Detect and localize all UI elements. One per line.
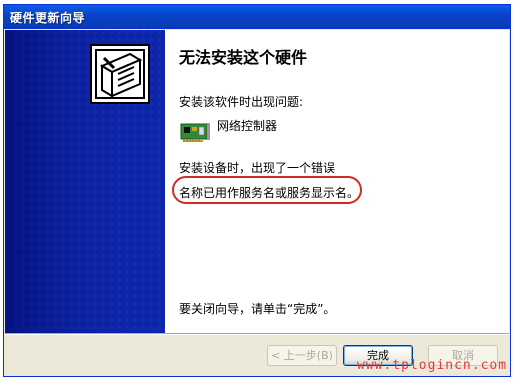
- finish-hint: 要关闭向导，请单击“完成”。: [179, 302, 336, 316]
- watermark: www.tplogincn.com: [357, 358, 508, 373]
- title-bar[interactable]: 硬件更新向导: [4, 5, 510, 29]
- wizard-window: 硬件更新向导 无法安装这个硬件 安装该软件时出现问题: 网络控制器 安装设备时，…: [3, 4, 511, 377]
- wizard-sidebar: [5, 30, 165, 333]
- error-message-line1: 安装设备时，出现了一个错误: [179, 161, 336, 175]
- device-name: 网络控制器: [217, 119, 278, 133]
- error-message-line2: 名称已用作服务名或服务显示名。: [179, 186, 360, 200]
- problem-intro: 安装该软件时出现问题:: [179, 95, 304, 109]
- network-card-icon: [180, 123, 210, 142]
- wizard-content: 无法安装这个硬件 安装该软件时出现问题: 网络控制器 安装设备时，出现了一个错误…: [5, 30, 509, 333]
- button-divider: [5, 333, 509, 335]
- page-title: 无法安装这个硬件: [179, 48, 308, 67]
- window-title: 硬件更新向导: [10, 11, 86, 25]
- hardware-box-icon: [90, 44, 150, 104]
- wizard-main: 无法安装这个硬件 安装该软件时出现问题: 网络控制器 安装设备时，出现了一个错误…: [172, 30, 509, 333]
- back-button[interactable]: < 上一步(B): [267, 345, 337, 366]
